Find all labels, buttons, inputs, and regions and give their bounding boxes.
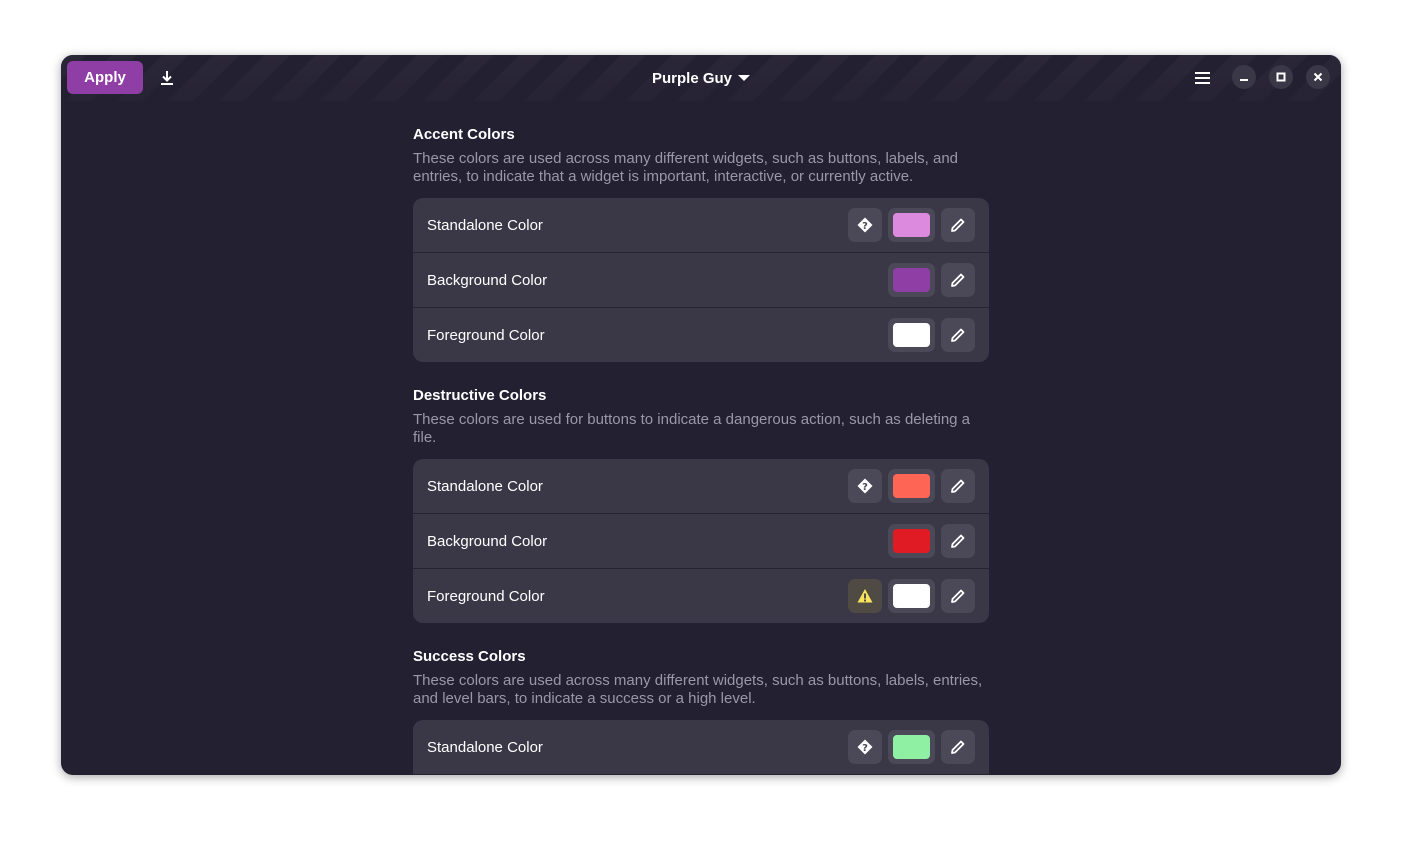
color-swatch xyxy=(893,213,930,237)
section-destructive-colors: Destructive Colors These colors are used… xyxy=(413,387,989,623)
color-row: Standalone Color ? xyxy=(413,720,989,774)
pencil-icon xyxy=(951,328,965,342)
app-window: Apply Purple Guy Accent Colors These col… xyxy=(61,55,1341,775)
question-diamond-icon: ? xyxy=(857,217,873,233)
color-row: Foreground Color xyxy=(413,307,989,362)
edit-color-button[interactable] xyxy=(941,579,975,613)
section-title: Accent Colors xyxy=(413,126,515,143)
color-swatch xyxy=(893,584,930,608)
edit-color-button[interactable] xyxy=(941,524,975,558)
color-swatch-button[interactable] xyxy=(888,469,935,503)
unknown-status-button[interactable]: ? xyxy=(848,730,882,764)
main-menu-button[interactable] xyxy=(1189,64,1217,92)
color-row: Foreground Color xyxy=(413,568,989,623)
section-accent-colors: Accent Colors These colors are used acro… xyxy=(413,126,989,362)
color-row xyxy=(413,774,989,775)
pencil-icon xyxy=(951,273,965,287)
color-swatch-button[interactable] xyxy=(888,579,935,613)
svg-text:?: ? xyxy=(862,482,868,493)
unknown-status-button[interactable]: ? xyxy=(848,208,882,242)
color-row: Standalone Color ? xyxy=(413,198,989,252)
section-description: These colors are used across many differ… xyxy=(413,150,959,185)
settings-content: Accent Colors These colors are used acro… xyxy=(413,101,989,775)
minimize-button[interactable] xyxy=(1232,65,1256,89)
edit-color-button[interactable] xyxy=(941,263,975,297)
edit-color-button[interactable] xyxy=(941,318,975,352)
warning-icon xyxy=(857,589,873,603)
pencil-icon xyxy=(951,589,965,603)
contrast-warning-button[interactable] xyxy=(848,579,882,613)
color-swatch xyxy=(893,529,930,553)
color-swatch-button[interactable] xyxy=(888,730,935,764)
color-list: Standalone Color ? xyxy=(413,720,989,775)
pencil-icon xyxy=(951,534,965,548)
theme-name: Purple Guy xyxy=(651,69,733,87)
row-label: Foreground Color xyxy=(427,587,545,605)
color-swatch-button[interactable] xyxy=(888,524,935,558)
color-list: Standalone Color ? Background Color Fore… xyxy=(413,198,989,362)
section-success-colors: Success Colors These colors are used acr… xyxy=(413,648,989,775)
pencil-icon xyxy=(951,479,965,493)
svg-text:?: ? xyxy=(862,221,868,232)
apply-button[interactable]: Apply xyxy=(67,61,143,94)
section-description: These colors are used across many differ… xyxy=(413,672,983,707)
color-swatch xyxy=(893,323,930,347)
color-swatch-button[interactable] xyxy=(888,318,935,352)
pencil-icon xyxy=(951,218,965,232)
unknown-status-button[interactable]: ? xyxy=(848,469,882,503)
minimize-icon xyxy=(1240,79,1248,81)
color-swatch-button[interactable] xyxy=(888,208,935,242)
section-title: Destructive Colors xyxy=(413,387,547,404)
row-label: Background Color xyxy=(427,271,548,289)
triangle-down-icon xyxy=(738,75,751,81)
color-swatch-button[interactable] xyxy=(888,263,935,297)
color-swatch xyxy=(893,474,930,498)
section-description: These colors are used for buttons to ind… xyxy=(413,411,971,446)
hamburger-menu-icon xyxy=(1195,72,1210,84)
row-label: Foreground Color xyxy=(427,326,545,344)
edit-color-button[interactable] xyxy=(941,469,975,503)
row-label: Standalone Color xyxy=(427,738,543,756)
color-row: Background Color xyxy=(413,252,989,307)
edit-color-button[interactable] xyxy=(941,208,975,242)
color-swatch xyxy=(893,735,930,759)
close-button[interactable] xyxy=(1306,65,1330,89)
maximize-icon xyxy=(1276,72,1286,82)
edit-color-button[interactable] xyxy=(941,730,975,764)
svg-text:?: ? xyxy=(862,743,868,754)
row-label: Standalone Color xyxy=(427,216,543,234)
row-label: Background Color xyxy=(427,532,548,550)
question-diamond-icon: ? xyxy=(857,478,873,494)
pencil-icon xyxy=(951,740,965,754)
section-title: Success Colors xyxy=(413,648,526,665)
color-list: Standalone Color ? Background Color Fore… xyxy=(413,459,989,623)
close-icon xyxy=(1313,72,1323,82)
color-swatch xyxy=(893,268,930,292)
theme-selector[interactable]: Purple Guy xyxy=(646,65,756,91)
download-button[interactable] xyxy=(153,64,181,92)
row-label: Standalone Color xyxy=(427,477,543,495)
color-row: Background Color xyxy=(413,513,989,568)
maximize-button[interactable] xyxy=(1269,65,1293,89)
color-row: Standalone Color ? xyxy=(413,459,989,513)
question-diamond-icon: ? xyxy=(857,739,873,755)
download-icon xyxy=(161,71,173,85)
